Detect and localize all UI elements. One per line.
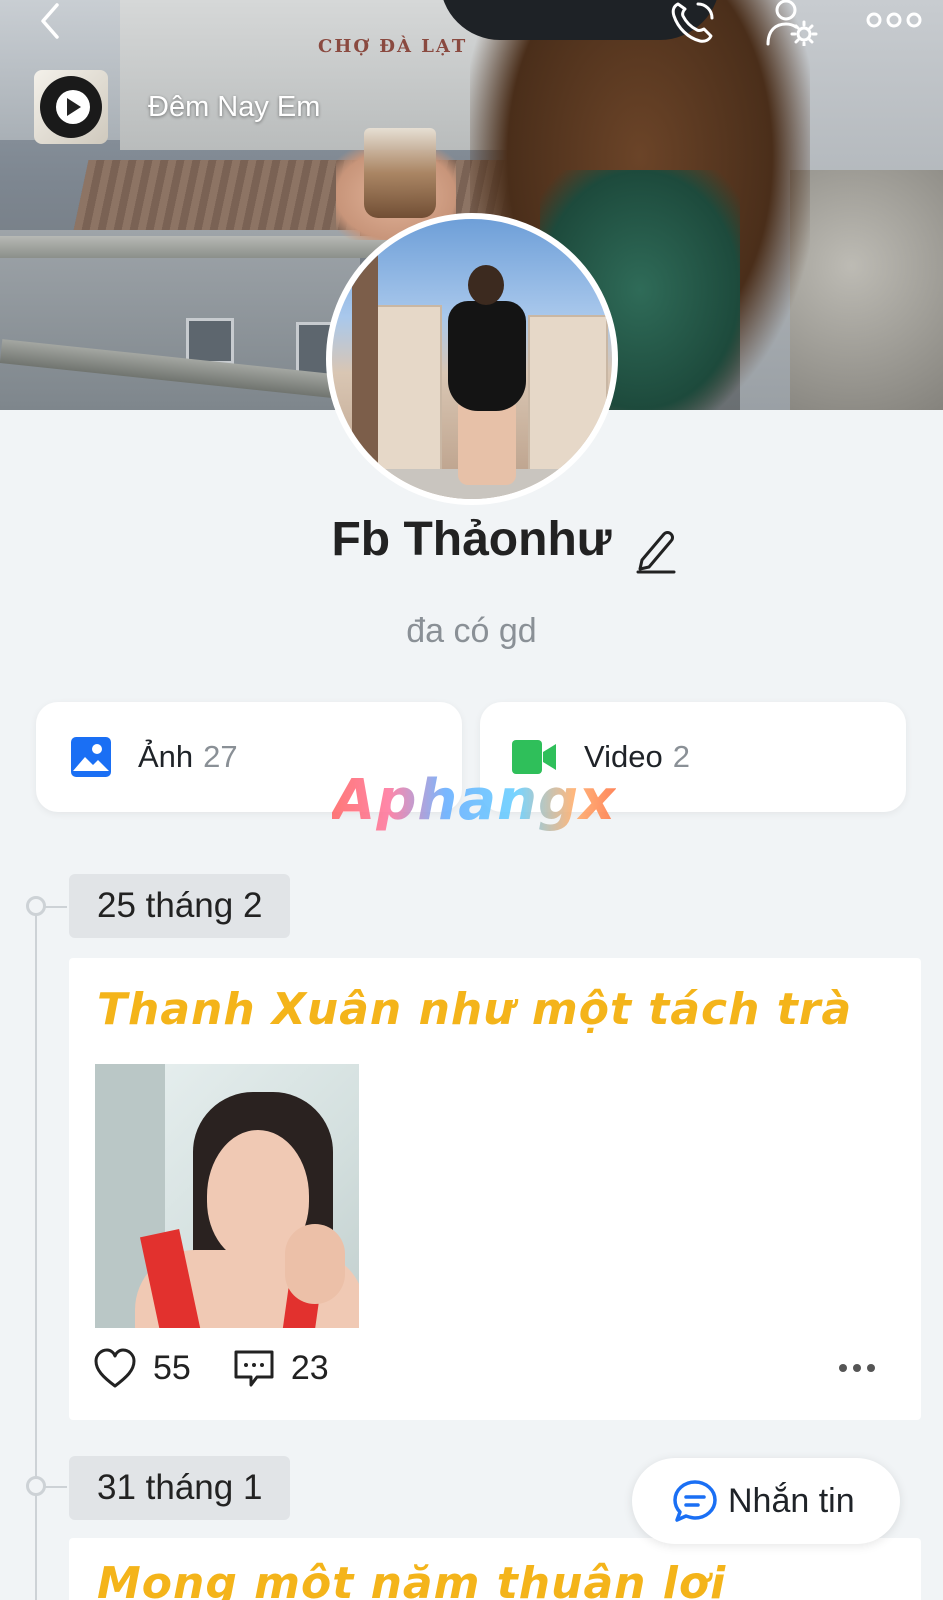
- pencil-icon: [636, 531, 676, 574]
- profile-music[interactable]: Đêm Nay Em: [34, 70, 320, 144]
- cover-sign: CHỢ ĐÀ LẠT: [318, 36, 468, 57]
- post-text: Thanh Xuân như một tách trà: [97, 984, 853, 1035]
- avatar-person-head: [468, 265, 504, 305]
- post-text: Mong một năm thuận lợi: [97, 1558, 727, 1600]
- cover-coffee-cup: [364, 128, 436, 218]
- avatar-pillar: [352, 219, 378, 499]
- post-more-icon[interactable]: [837, 1356, 877, 1380]
- post-card[interactable]: Mong một năm thuận lợi: [69, 1538, 921, 1600]
- more-horizontal-icon: [866, 12, 922, 28]
- photos-count: 27: [203, 739, 238, 774]
- timeline-dot: [26, 896, 67, 916]
- cover-window: [186, 318, 234, 364]
- back-button[interactable]: [26, 0, 74, 42]
- chat-bubble-icon: [673, 1480, 717, 1522]
- music-title: Đêm Nay Em: [148, 90, 321, 123]
- timeline-dot: [26, 1476, 67, 1496]
- edit-name-button[interactable]: [634, 526, 678, 574]
- profile-name: Fb Thảonhư: [331, 513, 612, 566]
- date-chip: 31 tháng 1: [69, 1456, 291, 1520]
- user-settings-icon: [766, 0, 818, 46]
- profile-settings-button[interactable]: [764, 0, 820, 46]
- call-button[interactable]: [664, 0, 720, 44]
- avatar-person-dress: [448, 301, 526, 411]
- cover-stone-wall: [790, 170, 943, 410]
- avatar-bg-building: [372, 305, 442, 475]
- post-photo[interactable]: [95, 1064, 359, 1328]
- profile-bio: đa có gd: [406, 612, 537, 650]
- post-card[interactable]: Thanh Xuân như một tách trà 55 23: [69, 958, 921, 1420]
- photo-person-hand: [285, 1224, 345, 1304]
- music-cover: [34, 70, 108, 144]
- image-icon: [71, 737, 111, 777]
- post-actions: 55 23: [93, 1338, 893, 1398]
- avatar-person-legs: [458, 405, 516, 485]
- comment-count: 23: [290, 1348, 329, 1387]
- phone-icon: [671, 2, 714, 43]
- watermark: Aphangx: [332, 768, 617, 833]
- avatar-bg-building: [528, 315, 608, 475]
- date-chip: 25 tháng 2: [69, 874, 291, 938]
- message-button-label: Nhắn tin: [728, 1481, 855, 1520]
- videos-count: 2: [672, 739, 690, 774]
- more-options-button[interactable]: [864, 4, 924, 36]
- play-icon[interactable]: [56, 90, 90, 124]
- photos-label: Ảnh: [138, 739, 194, 774]
- like-count: 55: [153, 1348, 191, 1387]
- chevron-left-icon: [41, 3, 59, 39]
- message-button[interactable]: Nhắn tin: [632, 1458, 900, 1544]
- comment-icon[interactable]: [233, 1347, 275, 1389]
- heart-icon[interactable]: [93, 1347, 137, 1389]
- avatar[interactable]: [326, 213, 618, 505]
